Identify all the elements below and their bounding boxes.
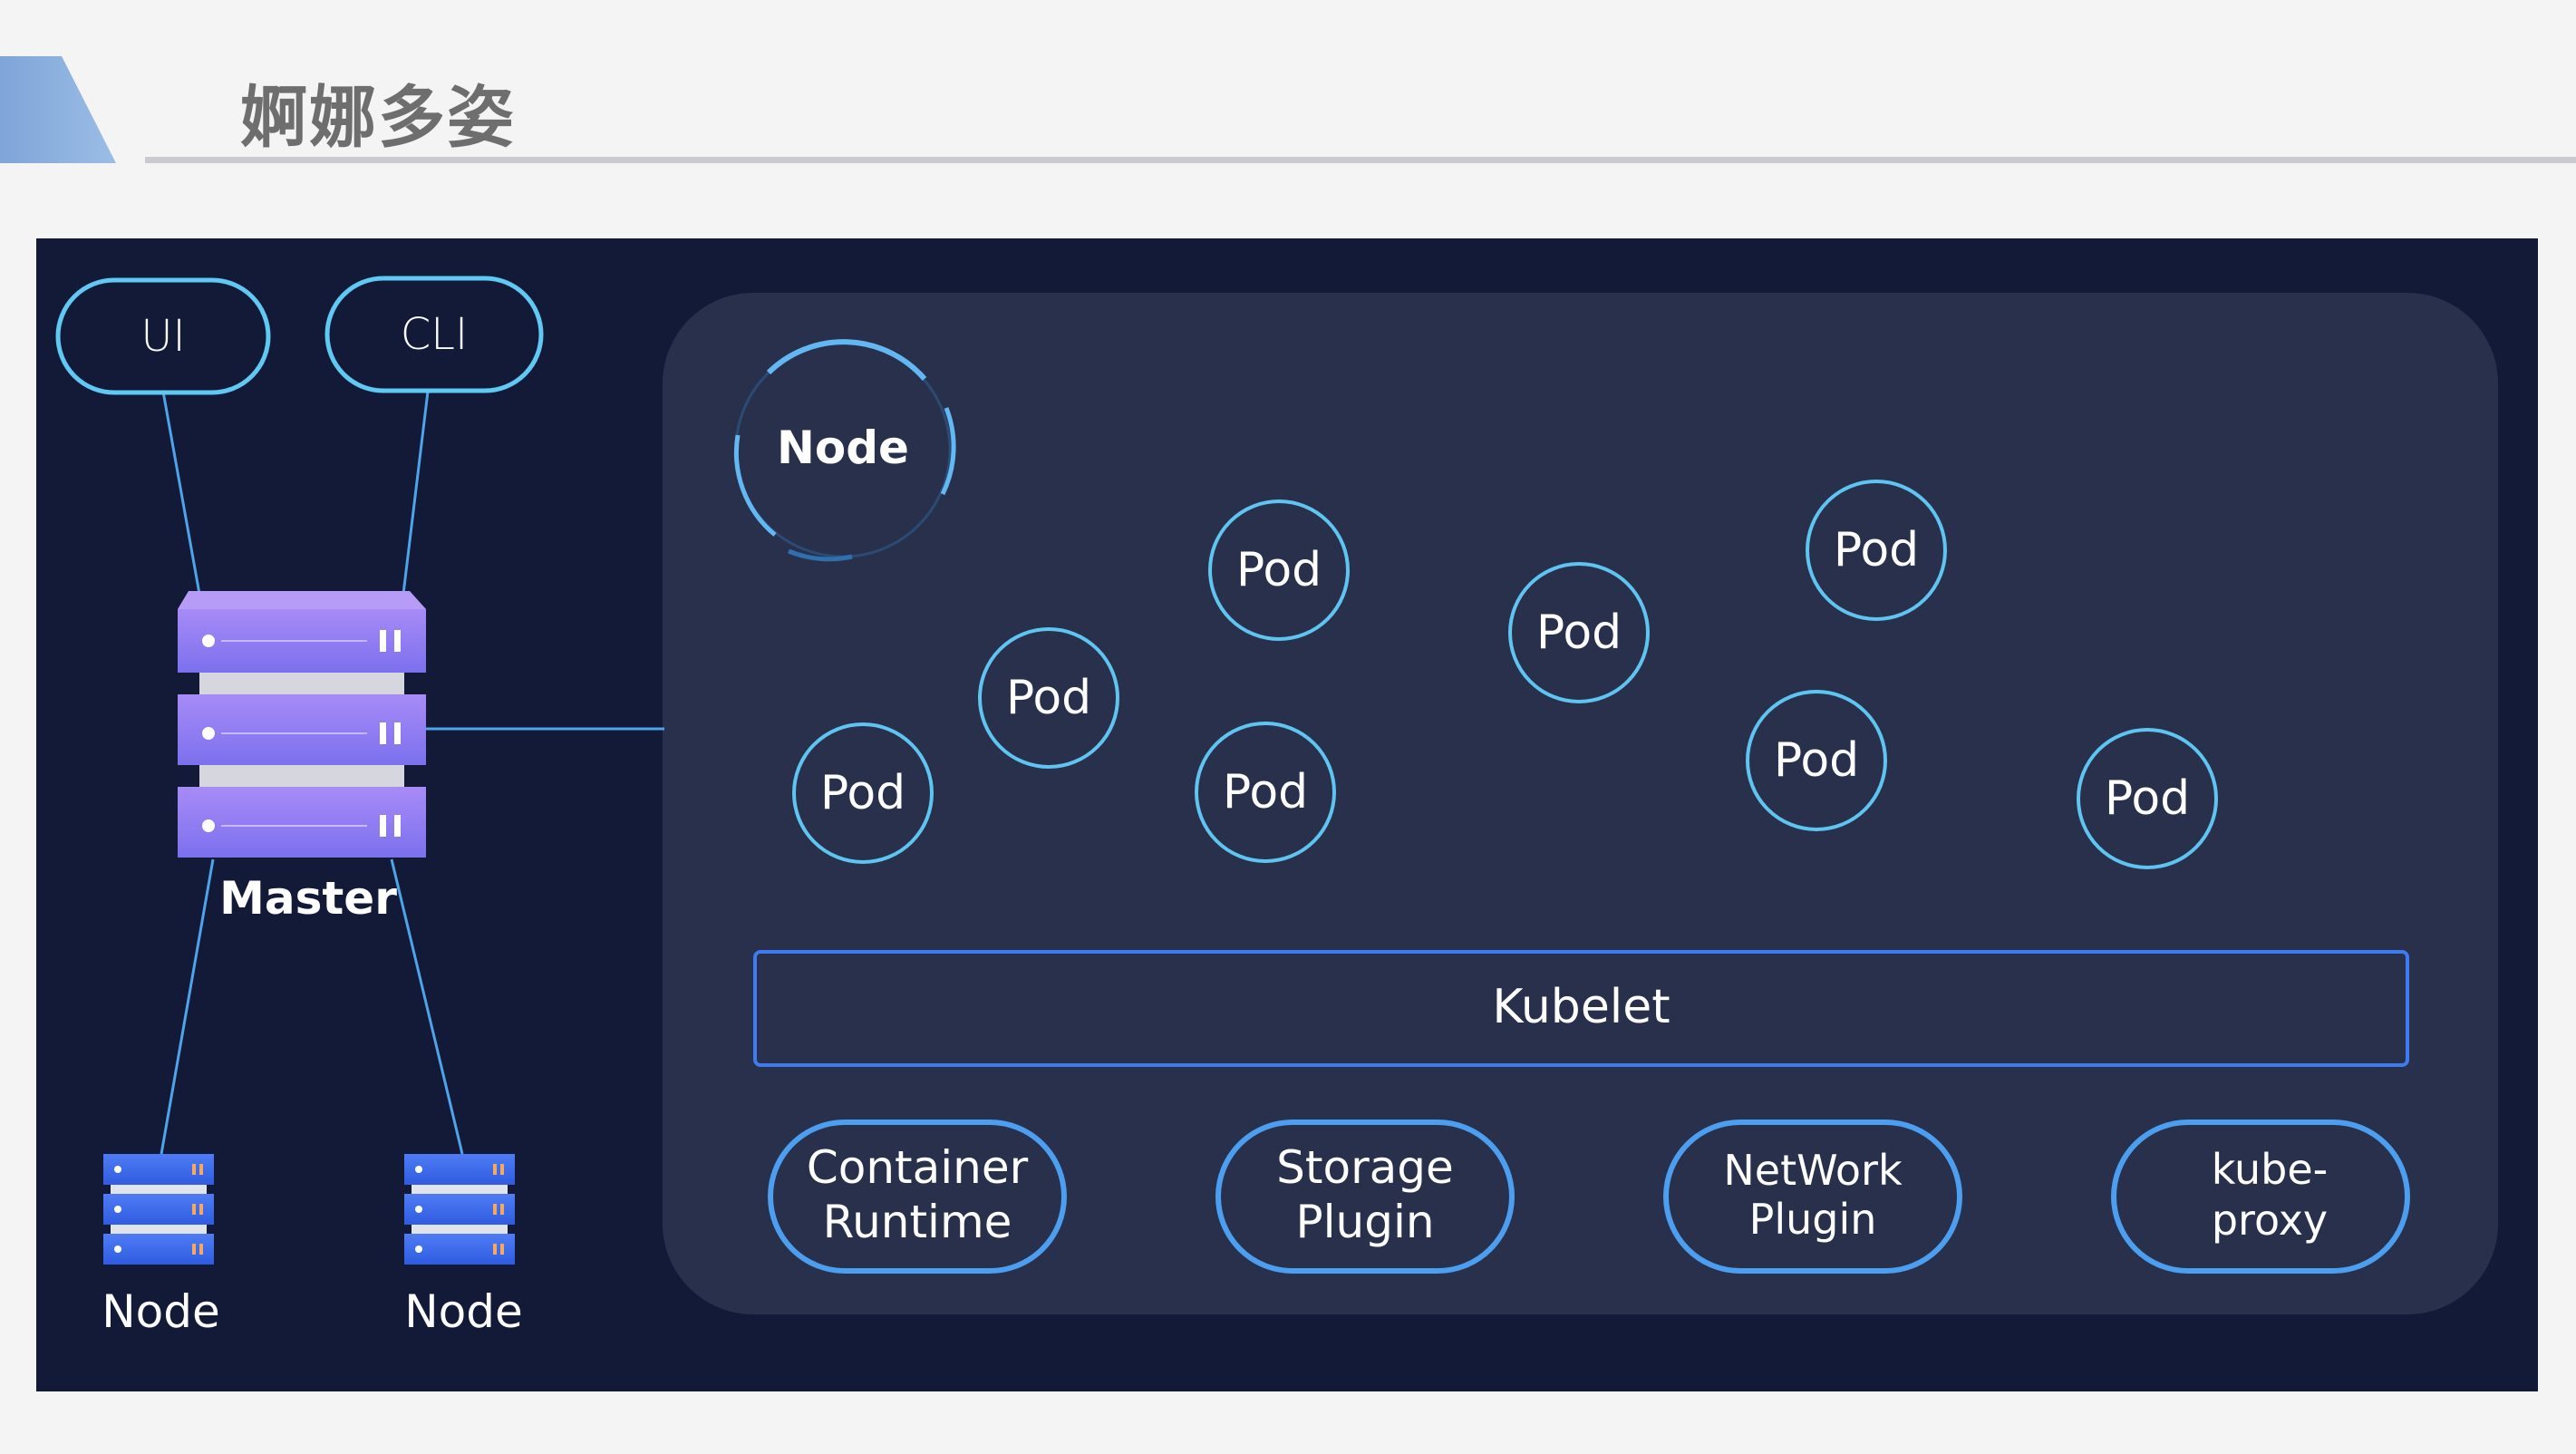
- worker-node-label-2: Node: [404, 1285, 523, 1338]
- container-runtime-line1: Container: [806, 1141, 1029, 1194]
- slide: 婀娜多姿 UI CLI Master Node Node Node Pod Po…: [0, 0, 2576, 1454]
- kubelet-label: Kubelet: [1492, 980, 1671, 1034]
- container-runtime-label: Container Runtime: [770, 1140, 1064, 1249]
- kube-proxy-line1: kube-: [2211, 1145, 2329, 1194]
- worker-node-server-icon-2: [404, 1154, 515, 1265]
- kube-proxy-line2: proxy: [2211, 1196, 2329, 1245]
- cli-label: CLI: [400, 309, 469, 360]
- header-corner-shape: [0, 56, 116, 163]
- node-area-title: Node: [777, 422, 909, 474]
- pod-label-5: Pod: [1535, 606, 1622, 660]
- pod-label-3: Pod: [1235, 543, 1322, 597]
- pod-label-1: Pod: [819, 766, 906, 820]
- master-server-unit-3: [178, 787, 426, 858]
- network-plugin-line1: NetWork: [1723, 1146, 1903, 1195]
- storage-plugin-line2: Plugin: [1295, 1196, 1435, 1248]
- master-server-unit-1: [178, 591, 426, 673]
- kube-proxy-label: kube- proxy: [2114, 1144, 2426, 1246]
- master-server-icon: [178, 591, 426, 858]
- network-plugin-label: NetWork Plugin: [1666, 1146, 1960, 1244]
- master-label: Master: [219, 872, 397, 925]
- pod-label-4: Pod: [1222, 765, 1309, 819]
- container-runtime-line2: Runtime: [822, 1196, 1012, 1248]
- pod-label-7: Pod: [1773, 733, 1860, 788]
- pod-label-8: Pod: [2104, 771, 2191, 826]
- pod-label-2: Pod: [1005, 671, 1092, 725]
- storage-plugin-line1: Storage: [1276, 1141, 1454, 1194]
- page-title: 婀娜多姿: [240, 79, 516, 157]
- master-server-unit-2: [178, 694, 426, 765]
- pod-label-6: Pod: [1833, 523, 1920, 577]
- worker-node-label-1: Node: [102, 1285, 220, 1338]
- ui-label: UI: [140, 311, 186, 362]
- network-plugin-line2: Plugin: [1748, 1195, 1877, 1244]
- storage-plugin-label: Storage Plugin: [1218, 1140, 1512, 1249]
- worker-node-server-icon-1: [103, 1154, 214, 1265]
